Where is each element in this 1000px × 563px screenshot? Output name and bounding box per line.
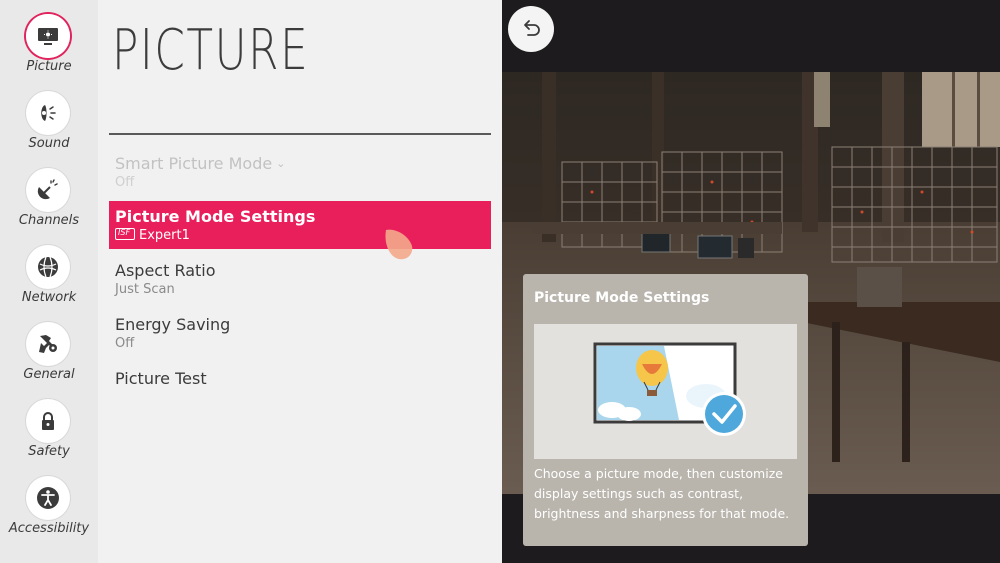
lock-icon — [26, 399, 70, 443]
menu-item-label: Picture Test — [115, 369, 207, 388]
menu-item-label: Aspect Ratio — [115, 261, 216, 280]
picture-mode-illustration — [534, 324, 797, 459]
accessibility-icon — [26, 476, 70, 520]
general-icon — [26, 322, 70, 366]
menu-item-picture-mode-settings[interactable]: Picture Mode Settings Expert1 — [109, 201, 491, 249]
page-title: PICTURE — [112, 18, 310, 83]
menu-item-value: Off — [115, 336, 135, 351]
menu-item-smart-picture-mode: Smart Picture Mode ⌄ Off — [109, 148, 491, 196]
menu-item-value: Just Scan — [115, 282, 175, 297]
back-arrow-icon — [524, 20, 540, 36]
sidebar-item-label: General — [23, 367, 75, 382]
sound-icon — [26, 91, 70, 135]
menu-item-value: Expert1 — [139, 228, 190, 243]
back-button[interactable] — [508, 6, 554, 52]
sidebar-item-sound[interactable]: Sound — [0, 89, 98, 164]
menu-item-value: Off — [115, 175, 135, 190]
menu-item-label: Picture Mode Settings — [115, 207, 316, 226]
chevron-down-icon: ⌄ — [276, 157, 286, 170]
sidebar-item-label: Network — [21, 290, 77, 305]
menu-item-label: Energy Saving — [115, 315, 231, 334]
title-divider — [109, 133, 491, 135]
network-icon — [26, 245, 70, 289]
help-description: Choose a picture mode, then customize di… — [534, 466, 790, 521]
magic-remote-pointer-icon — [385, 229, 413, 260]
sidebar-item-safety[interactable]: Safety — [0, 397, 98, 472]
help-card: Picture Mode Settings Choose a picture m… — [523, 274, 808, 546]
help-title: Picture Mode Settings — [534, 290, 710, 306]
sidebar-item-accessibility[interactable]: Accessibility — [0, 474, 98, 549]
isf-badge-icon — [115, 228, 135, 240]
sidebar-item-picture[interactable]: Picture — [0, 12, 98, 87]
menu-item-energy-saving[interactable]: Energy Saving Off — [109, 309, 491, 357]
menu-item-aspect-ratio[interactable]: Aspect Ratio Just Scan — [109, 255, 491, 303]
category-sidebar: Picture Sound Channels Network General S… — [0, 0, 98, 563]
sidebar-item-label: Picture — [26, 59, 72, 74]
menu-item-picture-test[interactable]: Picture Test — [109, 363, 491, 411]
picture-icon — [26, 14, 70, 58]
sidebar-item-label: Channels — [18, 213, 80, 228]
sidebar-item-general[interactable]: General — [0, 320, 98, 395]
sidebar-item-label: Sound — [28, 136, 70, 151]
picture-menu: PICTURE Smart Picture Mode ⌄ Off Picture … — [98, 0, 502, 563]
sidebar-item-channels[interactable]: Channels — [0, 166, 98, 241]
sidebar-item-network[interactable]: Network — [0, 243, 98, 318]
sidebar-item-label: Safety — [28, 444, 70, 459]
menu-item-label: Smart Picture Mode — [115, 154, 273, 173]
channels-icon — [26, 168, 70, 212]
sidebar-item-label: Accessibility — [8, 521, 90, 536]
